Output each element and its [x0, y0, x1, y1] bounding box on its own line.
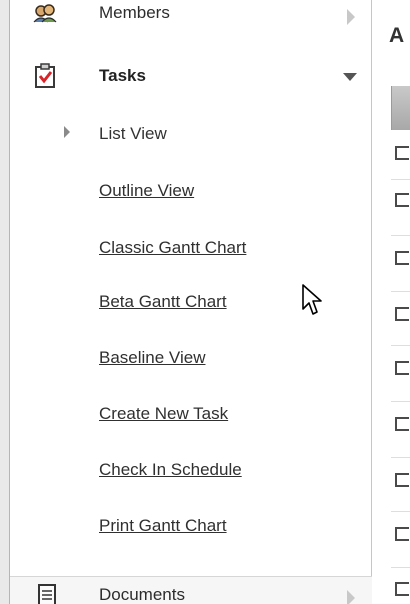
members-icon: [33, 4, 57, 23]
row-checkbox[interactable]: [395, 582, 409, 596]
documents-label: Documents: [99, 585, 185, 604]
table-row[interactable]: [391, 568, 410, 604]
page-title: A: [389, 24, 405, 47]
tasks-label: Tasks: [99, 66, 146, 85]
table-row[interactable]: [391, 130, 410, 180]
members-label: Members: [99, 3, 170, 22]
sidebar-section-tasks[interactable]: Tasks: [10, 58, 372, 94]
table-header: [391, 86, 410, 130]
row-checkbox[interactable]: [395, 193, 409, 207]
row-checkbox[interactable]: [395, 527, 409, 541]
table-row[interactable]: [391, 402, 410, 458]
table-row[interactable]: [391, 292, 410, 346]
main-panel: A: [373, 0, 410, 604]
chevron-down-icon[interactable]: [343, 73, 357, 81]
chevron-right-icon: [347, 590, 355, 604]
table-row[interactable]: [391, 180, 410, 236]
chevron-right-icon: [347, 9, 355, 25]
row-checkbox[interactable]: [395, 473, 409, 487]
row-checkbox[interactable]: [395, 146, 409, 160]
window-left-edge: [0, 0, 10, 604]
task-item-check-in-schedule[interactable]: Check In Schedule: [99, 460, 242, 480]
table-row[interactable]: [391, 512, 410, 568]
clipboard-check-icon: [35, 63, 55, 88]
task-item-baseline-view[interactable]: Baseline View: [99, 348, 205, 368]
task-item-outline-view[interactable]: Outline View: [99, 181, 194, 201]
table-row[interactable]: [391, 236, 410, 292]
row-checkbox[interactable]: [395, 417, 409, 431]
task-item-print-gantt-chart[interactable]: Print Gantt Chart: [99, 516, 227, 536]
task-item-classic-gantt-chart[interactable]: Classic Gantt Chart: [99, 238, 246, 258]
task-item-list-view[interactable]: List View: [99, 124, 167, 144]
document-icon: [38, 584, 56, 604]
row-checkbox[interactable]: [395, 361, 409, 375]
sidebar-section-documents[interactable]: Documents: [10, 576, 372, 604]
table-row[interactable]: [391, 458, 410, 512]
task-item-create-new-task[interactable]: Create New Task: [99, 404, 228, 424]
row-checkbox[interactable]: [395, 251, 409, 265]
sidebar-section-members[interactable]: Members: [10, 0, 372, 34]
task-item-beta-gantt-chart[interactable]: Beta Gantt Chart: [99, 292, 227, 312]
mouse-cursor-icon: [302, 284, 322, 315]
selected-indicator-icon: [64, 126, 70, 138]
table-row[interactable]: [391, 346, 410, 402]
row-checkbox[interactable]: [395, 307, 409, 321]
